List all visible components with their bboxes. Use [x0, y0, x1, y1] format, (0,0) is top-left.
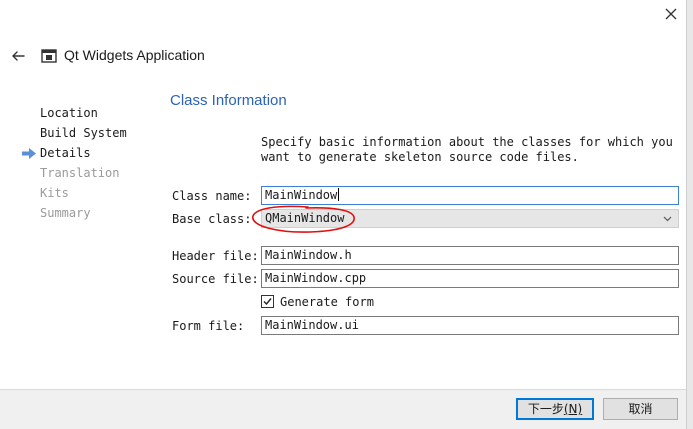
step-translation: Translation: [40, 166, 120, 180]
form-file-input[interactable]: MainWindow.ui: [261, 316, 679, 335]
class-name-input[interactable]: MainWindow: [261, 186, 679, 205]
source-file-input[interactable]: MainWindow.cpp: [261, 269, 679, 288]
base-class-label: Base class:: [172, 212, 252, 226]
base-class-select[interactable]: QMainWindow: [261, 209, 679, 228]
generate-form-checkbox[interactable]: [261, 295, 274, 308]
base-class-value: QMainWindow: [265, 211, 345, 225]
window-edge: [686, 0, 693, 429]
chevron-down-icon: [663, 216, 672, 222]
form-file-value: MainWindow.ui: [265, 318, 359, 332]
step-build-system: Build System: [40, 126, 127, 140]
next-button-label: 下一步: [527, 402, 564, 416]
step-details: Details: [40, 146, 91, 160]
button-bar: 下一步(N) 取消: [0, 389, 693, 429]
back-arrow-icon[interactable]: [10, 48, 26, 64]
source-file-value: MainWindow.cpp: [265, 271, 367, 285]
close-icon[interactable]: [662, 5, 680, 23]
source-file-label: Source file:: [172, 272, 259, 286]
header-file-input[interactable]: MainWindow.h: [261, 246, 679, 265]
step-location: Location: [40, 106, 98, 120]
page-description: Specify basic information about the clas…: [261, 135, 673, 164]
text-cursor: [338, 188, 340, 201]
current-step-arrow-icon: [22, 148, 36, 159]
next-button-mnemonic: (N): [563, 402, 583, 416]
checkmark-icon: [263, 298, 272, 306]
header-file-label: Header file:: [172, 249, 259, 263]
window-icon: [41, 49, 57, 63]
form-file-label: Form file:: [172, 319, 245, 333]
class-name-label: Class name:: [172, 189, 252, 203]
step-summary: Summary: [40, 206, 91, 220]
page-heading: Class Information: [170, 92, 287, 109]
window-title: Qt Widgets Application: [64, 47, 205, 63]
class-name-value: MainWindow: [265, 188, 338, 202]
header-file-value: MainWindow.h: [265, 248, 352, 262]
cancel-button[interactable]: 取消: [603, 398, 678, 420]
generate-form-label[interactable]: Generate form: [280, 295, 374, 309]
next-button[interactable]: 下一步(N): [516, 398, 594, 420]
step-kits: Kits: [40, 186, 69, 200]
